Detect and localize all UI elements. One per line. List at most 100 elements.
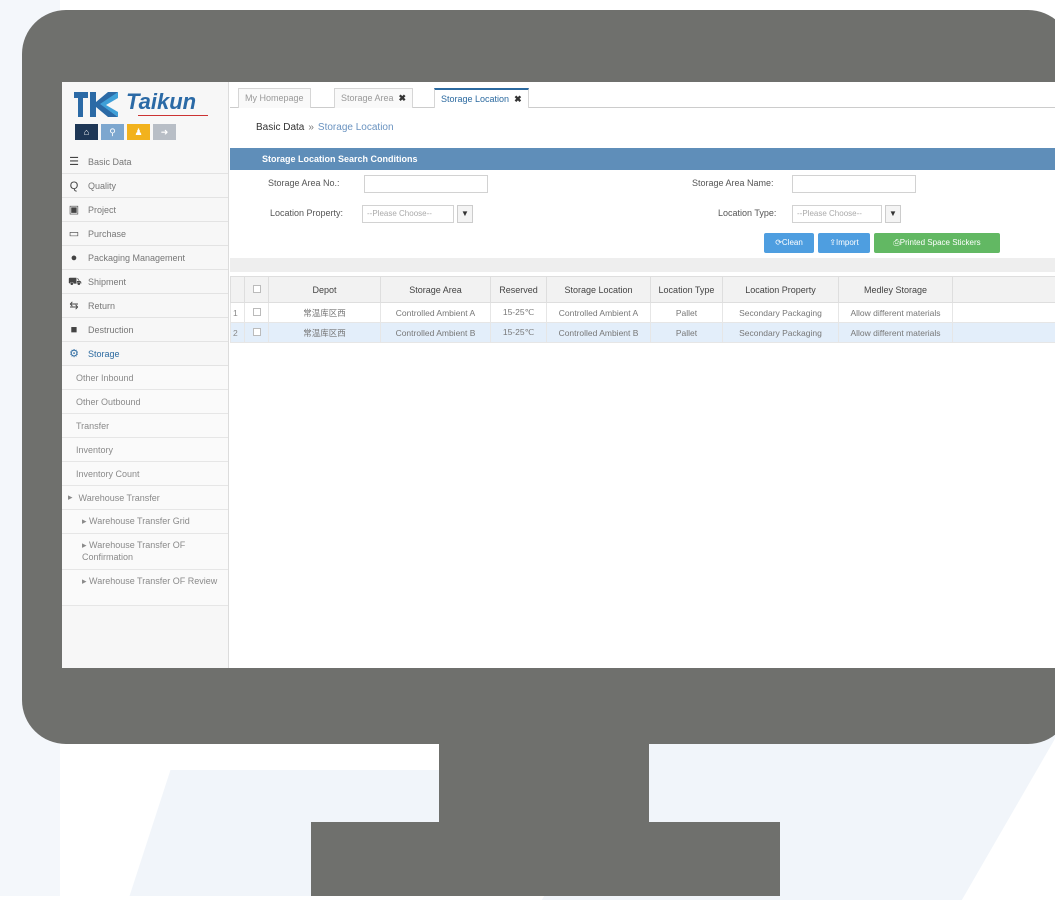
cell-extra: [953, 303, 1055, 323]
database-icon: ☰: [68, 156, 80, 168]
column-header-rownum: [231, 277, 245, 303]
row-checkbox[interactable]: [253, 308, 261, 316]
storage-area-name-input[interactable]: [792, 175, 916, 193]
sidebar-item-label: Basic Data: [88, 157, 132, 167]
sidebar-item-quality[interactable]: Q Quality: [62, 174, 229, 198]
tab-label: My Homepage: [245, 93, 304, 103]
sidebar-item-label: Purchase: [88, 229, 126, 239]
sidebar-subitem-inventory[interactable]: Inventory: [62, 438, 229, 462]
storage-area-name-label: Storage Area Name:: [692, 178, 774, 188]
sidebar-item-basic-data[interactable]: ☰ Basic Data: [62, 150, 229, 174]
row-number: 2: [231, 323, 245, 343]
select-all-checkbox[interactable]: [253, 285, 261, 293]
sidebar-subitem-label: Inventory Count: [76, 469, 140, 479]
close-icon[interactable]: ✖: [399, 93, 407, 103]
sidebar-item-shipment[interactable]: ⛟ Shipment: [62, 270, 229, 294]
print-stickers-button[interactable]: ⎙Printed Space Stickers: [874, 233, 1000, 253]
location-type-label: Location Type:: [718, 208, 776, 218]
sidebar-subitem-warehouse-transfer-review[interactable]: ▸ Warehouse Transfer OF Review: [62, 570, 229, 606]
refresh-icon: ⟳: [775, 238, 782, 247]
chevron-down-icon[interactable]: ▼: [885, 205, 901, 223]
tab-my-homepage[interactable]: My Homepage: [238, 88, 311, 108]
main-content: My Homepage Storage Area ✖ Storage Locati…: [230, 82, 1055, 668]
column-header-medley-storage[interactable]: Medley Storage: [839, 277, 953, 303]
row-checkbox[interactable]: [253, 328, 261, 336]
sidebar-item-label: Return: [88, 301, 115, 311]
column-header-storage-location[interactable]: Storage Location: [547, 277, 651, 303]
sidebar-item-purchase[interactable]: ▭ Purchase: [62, 222, 229, 246]
breadcrumb-root[interactable]: Basic Data: [256, 122, 304, 133]
logo: Taikun: [74, 86, 222, 122]
tab-storage-area[interactable]: Storage Area ✖: [334, 88, 413, 108]
row-select[interactable]: [245, 323, 269, 343]
sidebar-subitem-inventory-count[interactable]: Inventory Count: [62, 462, 229, 486]
sidebar-subitem-label: Warehouse Transfer Grid: [89, 516, 190, 526]
tab-storage-location[interactable]: Storage Location ✖: [434, 88, 529, 108]
cell-storage-location: Controlled Ambient B: [547, 323, 651, 343]
chevron-down-icon[interactable]: ▼: [457, 205, 473, 223]
table-row[interactable]: 1 常温库区西 Controlled Ambient A 15-25℃ Cont…: [231, 303, 1055, 323]
column-header-select[interactable]: [245, 277, 269, 303]
cell-medley-storage: Allow different materials: [839, 303, 953, 323]
column-header-location-property[interactable]: Location Property: [723, 277, 839, 303]
bullet-icon: ▸: [82, 576, 89, 586]
return-icon: ⇆: [68, 300, 80, 312]
project-icon: ▣: [68, 204, 80, 216]
location-property-select[interactable]: --Please Choose-- ▼: [362, 205, 454, 223]
table-row-selected[interactable]: 2 常温库区西 Controlled Ambient B 15-25℃ Cont…: [231, 323, 1055, 343]
sidebar: Taikun ⌂ ⚲ ♟ ➜ ☰ Basic Data Q Quality ▣ …: [62, 82, 229, 668]
home-icon[interactable]: ⌂: [75, 124, 98, 140]
sidebar-item-storage[interactable]: ⚙ Storage: [62, 342, 229, 366]
taikun-logo-mark: [74, 90, 120, 118]
monitor-stand-base: [311, 822, 780, 896]
user-icon[interactable]: ♟: [127, 124, 150, 140]
sidebar-subitem-warehouse-transfer[interactable]: ▸ Warehouse Transfer: [62, 486, 229, 510]
sidebar-subitem-label: Transfer: [76, 421, 109, 431]
sidebar-subitem-other-inbound[interactable]: Other Inbound: [62, 366, 229, 390]
tab-label: Storage Location: [441, 94, 509, 104]
cell-storage-location: Controlled Ambient A: [547, 303, 651, 323]
gear-icon: ●: [68, 252, 80, 264]
column-header-location-type[interactable]: Location Type: [651, 277, 723, 303]
sidebar-subitem-label: Other Outbound: [76, 397, 141, 407]
import-button[interactable]: ⇪Import: [818, 233, 870, 253]
cell-reserved: 15-25℃: [491, 303, 547, 323]
location-type-select[interactable]: --Please Choose-- ▼: [792, 205, 882, 223]
laptop-icon: ▭: [68, 228, 80, 240]
grid-toolbar: [230, 258, 1055, 272]
clean-button[interactable]: ⟳Clean: [764, 233, 814, 253]
breadcrumb: Basic Data»Storage Location: [256, 122, 394, 133]
sidebar-subitem-other-outbound[interactable]: Other Outbound: [62, 390, 229, 414]
sidebar-item-packaging-management[interactable]: ● Packaging Management: [62, 246, 229, 270]
close-icon[interactable]: ✖: [514, 94, 522, 104]
location-property-label: Location Property:: [270, 208, 343, 218]
column-header-storage-area[interactable]: Storage Area: [381, 277, 491, 303]
row-select[interactable]: [245, 303, 269, 323]
storage-icon: ⚙: [68, 348, 80, 360]
sidebar-item-return[interactable]: ⇆ Return: [62, 294, 229, 318]
cell-location-property: Secondary Packaging: [723, 303, 839, 323]
sidebar-item-label: Shipment: [88, 277, 126, 287]
tab-bar: My Homepage Storage Area ✖ Storage Locati…: [230, 82, 1055, 108]
cell-medley-storage: Allow different materials: [839, 323, 953, 343]
monitor-screen: Taikun ⌂ ⚲ ♟ ➜ ☰ Basic Data Q Quality ▣ …: [62, 82, 1055, 668]
cell-storage-area: Controlled Ambient B: [381, 323, 491, 343]
sidebar-item-project[interactable]: ▣ Project: [62, 198, 229, 222]
logo-name: Taikun: [126, 89, 196, 115]
sidebar-item-destruction[interactable]: ■ Destruction: [62, 318, 229, 342]
sidebar-subitem-transfer[interactable]: Transfer: [62, 414, 229, 438]
search-icon[interactable]: ⚲: [101, 124, 124, 140]
bullet-icon: ▸: [68, 492, 73, 503]
tab-label: Storage Area: [341, 93, 394, 103]
location-property-value: --Please Choose--: [367, 209, 432, 218]
arrow-icon[interactable]: ➜: [153, 124, 176, 140]
destruction-icon: ■: [68, 324, 80, 336]
cart-icon: ⛟: [68, 276, 80, 288]
storage-area-no-label: Storage Area No.:: [268, 178, 340, 188]
sidebar-subitem-warehouse-transfer-grid[interactable]: ▸ Warehouse Transfer Grid: [62, 510, 229, 534]
column-header-reserved[interactable]: Reserved: [491, 277, 547, 303]
cell-storage-area: Controlled Ambient A: [381, 303, 491, 323]
column-header-depot[interactable]: Depot: [269, 277, 381, 303]
sidebar-subitem-warehouse-transfer-confirmation[interactable]: ▸ Warehouse Transfer OF Confirmation: [62, 534, 229, 570]
storage-area-no-input[interactable]: [364, 175, 488, 193]
